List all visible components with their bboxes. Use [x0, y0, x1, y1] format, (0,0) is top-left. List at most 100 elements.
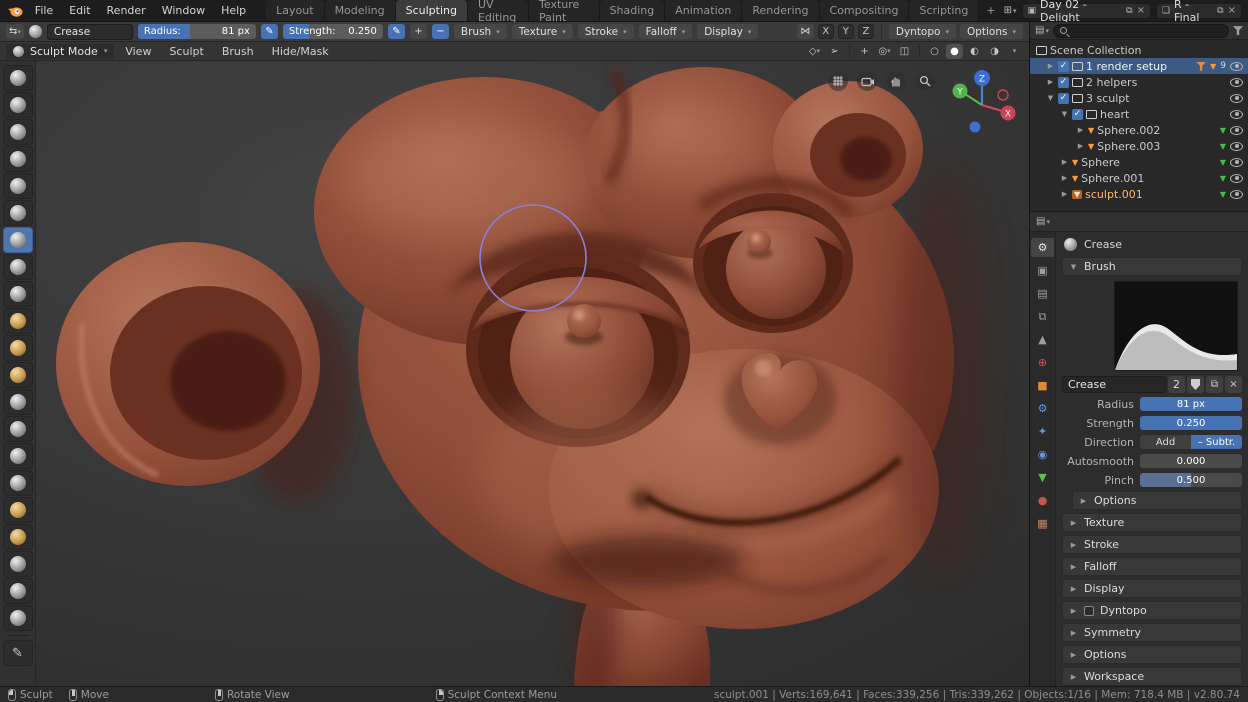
- workspace-panel-header[interactable]: ▶ Workspace: [1062, 667, 1242, 686]
- outliner-row-sphere-001[interactable]: ▶ ▼ Sphere.001 ▼: [1030, 170, 1248, 186]
- mirror-y-toggle[interactable]: Y: [837, 24, 854, 39]
- add-workspace-button[interactable]: +: [979, 0, 1004, 21]
- menu-brush[interactable]: Brush: [215, 45, 261, 58]
- new-view-layer-icon[interactable]: ⧉: [1217, 6, 1223, 16]
- menu-hide-mask[interactable]: Hide/Mask: [265, 45, 336, 58]
- tab-scene[interactable]: ▲: [1031, 330, 1054, 349]
- brush-draw-button[interactable]: [2, 65, 33, 91]
- falloff-panel-header[interactable]: ▶ Falloff: [1062, 557, 1242, 576]
- brush-crease-button[interactable]: [2, 227, 33, 253]
- brush-users-count[interactable]: 2: [1168, 376, 1185, 393]
- stroke-dropdown[interactable]: Stroke ▾: [577, 24, 634, 39]
- brush-clay-button[interactable]: [2, 92, 33, 118]
- unlink-brush-icon[interactable]: ×: [1225, 376, 1242, 393]
- workspace-tab-animation[interactable]: Animation: [665, 0, 743, 21]
- expand-icon[interactable]: ▶: [1060, 174, 1069, 182]
- dyntopo-dropdown[interactable]: Dyntopo ▾: [888, 24, 956, 39]
- brush-clay-strips-button[interactable]: [2, 119, 33, 145]
- workspace-tab-sculpting[interactable]: Sculpting: [395, 0, 468, 21]
- camera-view-icon[interactable]: [857, 71, 877, 91]
- options-panel-header[interactable]: ▶ Options: [1062, 645, 1242, 664]
- brush-snake-hook-button[interactable]: [2, 443, 33, 469]
- display-dropdown[interactable]: Display ▾: [697, 24, 759, 39]
- mode-selector[interactable]: Sculpt Mode ▾: [6, 43, 115, 59]
- brush-scrape-button[interactable]: [2, 335, 33, 361]
- strength-pressure-icon[interactable]: ✎: [387, 24, 405, 39]
- direction-add-toggle[interactable]: Add: [1140, 435, 1191, 449]
- brush-slide-relax-button[interactable]: [2, 578, 33, 604]
- zoom-icon[interactable]: [915, 71, 935, 91]
- menu-file[interactable]: File: [27, 0, 61, 21]
- hide-viewport-eye-icon[interactable]: [1230, 141, 1243, 151]
- perspective-grid-icon[interactable]: [828, 71, 848, 91]
- symmetry-mirror-icon[interactable]: ⋈: [796, 24, 814, 39]
- direction-subtract-button[interactable]: −: [431, 24, 449, 39]
- brush-pinch-button[interactable]: [2, 362, 33, 388]
- brush-smooth-button[interactable]: [2, 254, 33, 280]
- texture-dropdown[interactable]: Texture ▾: [511, 24, 573, 39]
- tab-object[interactable]: ■: [1031, 376, 1054, 395]
- shading-solid-icon[interactable]: ●: [946, 43, 963, 59]
- brush-grab-button[interactable]: [2, 389, 33, 415]
- tab-texture[interactable]: ▦: [1031, 514, 1054, 533]
- annotate-tool-button[interactable]: ✎: [2, 640, 33, 666]
- hide-viewport-eye-icon[interactable]: [1230, 109, 1243, 119]
- shading-dropdown-icon[interactable]: ▾: [1006, 44, 1023, 59]
- direction-add-button[interactable]: +: [409, 24, 427, 39]
- fake-user-shield-icon[interactable]: [1187, 376, 1204, 393]
- autosmooth-slider[interactable]: 0.000: [1140, 454, 1242, 468]
- options-dropdown[interactable]: Options ▾: [959, 24, 1023, 39]
- dyntopo-panel-header[interactable]: ▶ Dyntopo: [1062, 601, 1242, 620]
- radius-pressure-icon[interactable]: ✎: [260, 24, 278, 39]
- brush-rotate-button[interactable]: [2, 551, 33, 577]
- brush-name-field[interactable]: Crease: [1062, 376, 1166, 393]
- new-scene-icon[interactable]: ⧉: [1126, 6, 1132, 16]
- view-layer-selector[interactable]: ❏ R - Final ⧉ ×: [1155, 0, 1242, 24]
- properties-editor-type-icon[interactable]: ▤ ▾: [1036, 216, 1050, 227]
- outliner-row-heart[interactable]: ▼ ✓ heart: [1030, 106, 1248, 122]
- menu-window[interactable]: Window: [154, 0, 213, 21]
- expand-icon[interactable]: ▶: [1060, 158, 1069, 166]
- navigation-gizmo[interactable]: Z X Y: [945, 65, 1019, 142]
- brush-datablock-field[interactable]: Crease: [46, 23, 133, 40]
- hide-viewport-eye-icon[interactable]: [1230, 189, 1243, 199]
- tab-view-layer[interactable]: ⧉: [1031, 307, 1054, 326]
- hide-viewport-eye-icon[interactable]: [1230, 157, 1243, 167]
- expand-icon[interactable]: ▶: [1046, 62, 1055, 70]
- overlays-toggle-icon[interactable]: ◎ ▾: [876, 44, 893, 59]
- outliner-row-sculpt-collection[interactable]: ▼ ✓ 3 sculpt: [1030, 90, 1248, 106]
- tab-world[interactable]: ⊕: [1031, 353, 1054, 372]
- outliner-row-scene-collection[interactable]: Scene Collection: [1030, 42, 1248, 58]
- collection-checkbox[interactable]: ✓: [1058, 92, 1069, 104]
- workspace-tab-rendering[interactable]: Rendering: [742, 0, 820, 21]
- active-brush-icon[interactable]: [28, 25, 42, 38]
- tab-modifiers[interactable]: ⚙: [1031, 399, 1054, 418]
- outliner-filter-icon[interactable]: [1233, 26, 1243, 36]
- workspace-tab-compositing[interactable]: Compositing: [819, 0, 910, 21]
- tab-physics[interactable]: ◉: [1031, 445, 1054, 464]
- hide-viewport-eye-icon[interactable]: [1230, 173, 1243, 183]
- brush-panel-header[interactable]: ▼ Brush: [1062, 257, 1242, 276]
- workspace-tab-modeling[interactable]: Modeling: [324, 0, 396, 21]
- menu-edit[interactable]: Edit: [61, 0, 98, 21]
- radius-slider-panel[interactable]: 81 px: [1140, 397, 1242, 411]
- tab-render[interactable]: ▣: [1031, 261, 1054, 280]
- collapse-icon[interactable]: ▼: [1060, 110, 1069, 118]
- texture-panel-header[interactable]: ▶ Texture: [1062, 513, 1242, 532]
- pinch-slider[interactable]: 0.500: [1140, 473, 1242, 487]
- xray-toggle-icon[interactable]: ◫: [896, 44, 913, 59]
- workspace-tab-texture-paint[interactable]: Texture Paint: [529, 0, 600, 24]
- expand-icon[interactable]: ▶: [1060, 190, 1069, 198]
- workspace-tab-scripting[interactable]: Scripting: [909, 0, 980, 21]
- brush-pose-button[interactable]: [2, 497, 33, 523]
- options-subpanel-header[interactable]: ▶ Options: [1072, 491, 1242, 510]
- brush-preview-image[interactable]: [1114, 281, 1238, 371]
- brush-dropdown[interactable]: Brush ▾: [453, 24, 507, 39]
- workspace-tab-uv-editing[interactable]: UV Editing: [467, 0, 530, 24]
- brush-fill-button[interactable]: [2, 308, 33, 334]
- outliner-row-sphere-003[interactable]: ▶ ▼ Sphere.003 ▼: [1030, 138, 1248, 154]
- hide-viewport-eye-icon[interactable]: [1230, 125, 1243, 135]
- remove-view-layer-icon[interactable]: ×: [1228, 5, 1236, 16]
- hide-viewport-eye-icon[interactable]: [1230, 61, 1243, 71]
- hide-viewport-eye-icon[interactable]: [1230, 77, 1243, 87]
